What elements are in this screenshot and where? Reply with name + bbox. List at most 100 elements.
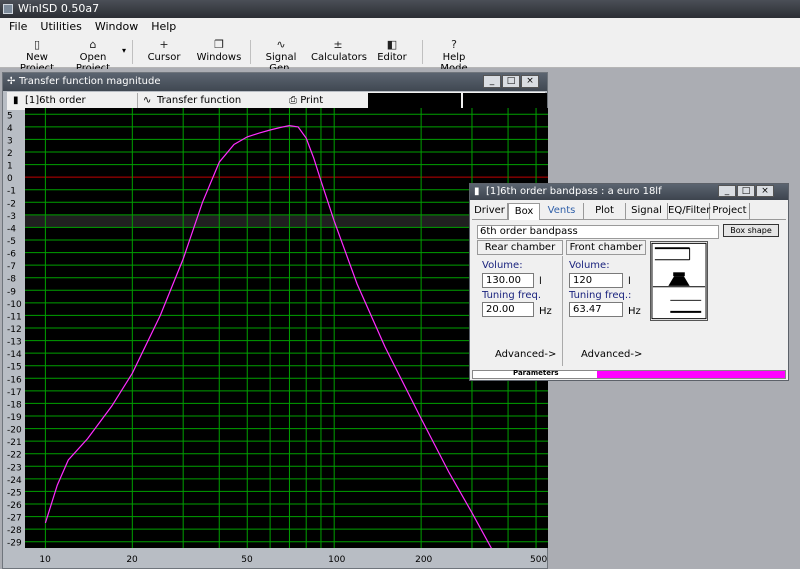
front-chamber-header: Front chamber <box>566 240 646 255</box>
y-tick-label: -10 <box>7 300 22 310</box>
y-tick-label: -7 <box>7 262 16 272</box>
toolbar: ▯New Project ⌂Open Project ▾ +Cursor ❐Wi… <box>0 36 800 74</box>
tab-box[interactable]: Box <box>508 203 540 220</box>
front-volume-label: Volume: <box>569 260 610 271</box>
app-title-bar: WinISD 0.50a7 <box>0 0 800 18</box>
y-tick-label: -19 <box>7 413 22 423</box>
rear-chamber-panel: Volume: 130.00 l Tuning freq. 20.00 Hz A… <box>477 256 563 366</box>
menu-utilities[interactable]: Utilities <box>36 18 85 36</box>
cursor-button[interactable]: + Cursor <box>140 38 188 66</box>
editor-icon: ◧ <box>386 38 398 51</box>
front-tuning-label: Tuning freq.: <box>569 290 632 301</box>
maximize-icon[interactable]: □ <box>737 185 755 197</box>
x-tick-label: 20 <box>126 555 138 565</box>
windows-icon: ❐ <box>214 38 224 51</box>
status-indicator <box>597 371 785 378</box>
y-tick-label: -22 <box>7 451 22 461</box>
tab-driver[interactable]: Driver <box>472 203 508 220</box>
y-tick-label: -18 <box>7 400 22 410</box>
x-tick-label: 100 <box>328 555 345 565</box>
y-tick-label: 5 <box>7 111 13 121</box>
y-tick-label: -14 <box>7 350 22 360</box>
app-icon <box>3 4 13 14</box>
y-tick-label: -23 <box>7 463 22 473</box>
tab-signal[interactable]: Signal <box>626 203 668 220</box>
help-mode-icon: ? <box>451 38 457 51</box>
box-type-field[interactable]: 6th order bandpass <box>477 225 719 239</box>
close-icon[interactable]: × <box>756 185 774 197</box>
minimize-icon[interactable]: _ <box>718 185 736 197</box>
new-project-icon: ▯ <box>33 38 41 51</box>
tab-project[interactable]: Project <box>710 203 750 220</box>
plot-window-icon: ✢ <box>7 76 16 87</box>
front-tuning-input[interactable]: 63.47 <box>569 302 623 317</box>
y-tick-label: 2 <box>7 149 13 159</box>
y-tick-label: -21 <box>7 438 22 448</box>
rear-tuning-label: Tuning freq. <box>482 290 541 301</box>
help-mode-button[interactable]: ?Help Mode <box>428 38 480 74</box>
x-tick-label: 50 <box>241 555 253 565</box>
tab-vents[interactable]: Vents <box>540 203 584 220</box>
y-tick-label: -16 <box>7 375 22 385</box>
status-bar: Parameters <box>472 369 786 379</box>
x-tick-label: 10 <box>39 555 51 565</box>
editor-button[interactable]: ◧ Editor <box>372 38 412 66</box>
status-parameters: Parameters <box>513 369 559 377</box>
y-tick-label: -24 <box>7 476 22 486</box>
menu-file[interactable]: File <box>5 18 31 36</box>
box-window-title-bar[interactable]: ▮ [1]6th order bandpass : a euro 18lf _ □ × <box>470 184 788 200</box>
front-tuning-unit: Hz <box>628 306 641 317</box>
menu-help[interactable]: Help <box>147 18 180 36</box>
y-tick-label: -27 <box>7 514 22 524</box>
y-tick-label: -3 <box>7 212 16 222</box>
close-icon[interactable]: × <box>521 75 539 88</box>
y-tick-label: -9 <box>7 287 16 297</box>
y-tick-label: -28 <box>7 526 22 536</box>
rear-advanced-button[interactable]: Advanced-> <box>495 349 556 360</box>
magnitude-curve <box>44 124 492 548</box>
y-tick-label: 3 <box>7 136 13 146</box>
minimize-icon[interactable]: _ <box>483 75 501 88</box>
open-project-dropdown-icon[interactable]: ▾ <box>122 46 126 55</box>
y-tick-label: -25 <box>7 488 22 498</box>
y-tick-label: -5 <box>7 237 16 247</box>
calculators-icon: ± <box>333 38 343 51</box>
box-tabs: Driver Box Vents Plot Signal EQ/Filter P… <box>472 203 786 220</box>
box-shape-button[interactable]: Box shape <box>723 224 779 237</box>
plot-window: ✢ Transfer function magnitude _ □ × ▮ [1]6t… <box>2 72 548 569</box>
rear-tuning-input[interactable]: 20.00 <box>482 302 534 317</box>
app-title: WinISD 0.50a7 <box>18 2 100 15</box>
open-project-button[interactable]: ⌂Open Project <box>64 38 122 74</box>
x-tick-label: 500 <box>530 555 547 565</box>
y-tick-label: 1 <box>7 162 13 172</box>
box-window: ▮ [1]6th order bandpass : a euro 18lf _ □ ×… <box>469 183 789 381</box>
tab-plot[interactable]: Plot <box>584 203 626 220</box>
windows-button[interactable]: ❐ Windows <box>194 38 244 66</box>
x-axis-labels: 10 20 50 100 200 500 <box>39 555 547 565</box>
tab-eq-filter[interactable]: EQ/Filter <box>668 203 710 220</box>
open-project-icon: ⌂ <box>89 38 97 51</box>
y-tick-label: -20 <box>7 426 22 436</box>
y-tick-label: -2 <box>7 199 16 209</box>
front-advanced-button[interactable]: Advanced-> <box>581 349 642 360</box>
rear-tuning-unit: Hz <box>539 306 552 317</box>
front-volume-input[interactable]: 120 <box>569 273 623 288</box>
y-tick-label: -12 <box>7 325 22 335</box>
y-tick-label: 4 <box>7 124 13 134</box>
signal-gen-button[interactable]: ∿Signal Gen. <box>256 38 306 74</box>
signal-gen-icon: ∿ <box>276 38 286 51</box>
x-tick-label: 200 <box>415 555 432 565</box>
y-tick-label: -11 <box>7 312 22 322</box>
plot-window-title-bar[interactable]: ✢ Transfer function magnitude _ □ × <box>3 73 547 91</box>
y-tick-label: -8 <box>7 275 16 285</box>
rear-volume-input[interactable]: 130.00 <box>482 273 534 288</box>
speaker-icon: ▮ <box>474 186 480 197</box>
y-tick-label: -13 <box>7 338 22 348</box>
rear-volume-label: Volume: <box>482 260 523 271</box>
box-diagram <box>650 241 708 321</box>
front-chamber-panel: Volume: 120 l Tuning freq.: 63.47 Hz Adv… <box>566 256 646 366</box>
calculators-button[interactable]: ± Calculators <box>311 38 367 66</box>
maximize-icon[interactable]: □ <box>502 75 520 88</box>
new-project-button[interactable]: ▯New Project <box>10 38 64 74</box>
menu-window[interactable]: Window <box>91 18 142 36</box>
